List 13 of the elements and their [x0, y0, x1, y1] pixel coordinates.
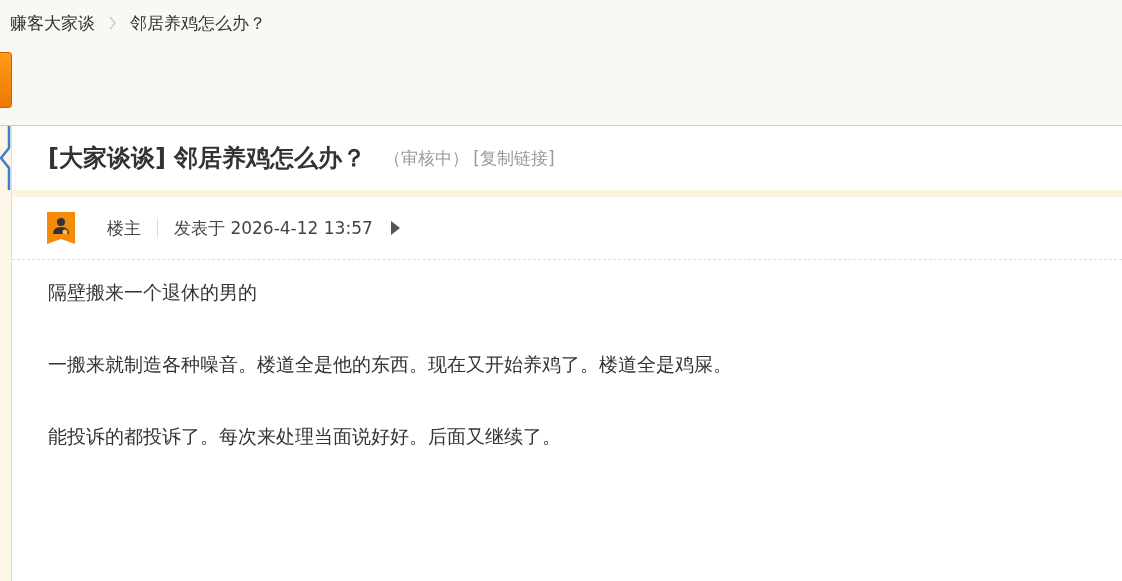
chevron-icon — [109, 16, 116, 30]
user-icon — [47, 212, 75, 244]
review-status: （审核中） — [384, 146, 470, 170]
post-time: 发表于 2026-4-12 13:57 — [174, 216, 373, 240]
post-paragraph: 隔壁搬来一个退休的男的 — [48, 280, 258, 305]
collapse-tab-icon[interactable] — [0, 126, 11, 190]
post-paragraph: 能投诉的都投诉了。每次来处理当面说好好。后面又继续了。 — [48, 424, 562, 449]
breadcrumb-link[interactable]: 邻居养鸡怎么办？ — [130, 11, 266, 35]
play-icon[interactable] — [390, 221, 400, 235]
breadcrumb-link[interactable]: 赚客大家谈 — [10, 11, 95, 35]
author-label: 楼主 — [107, 216, 141, 240]
post-paragraph: 一搬来就制造各种噪音。楼道全是他的东西。现在又开始养鸡了。楼道全是鸡屎。 — [48, 352, 733, 377]
thread-title: [大家谈谈] 邻居养鸡怎么办？ — [48, 143, 367, 174]
